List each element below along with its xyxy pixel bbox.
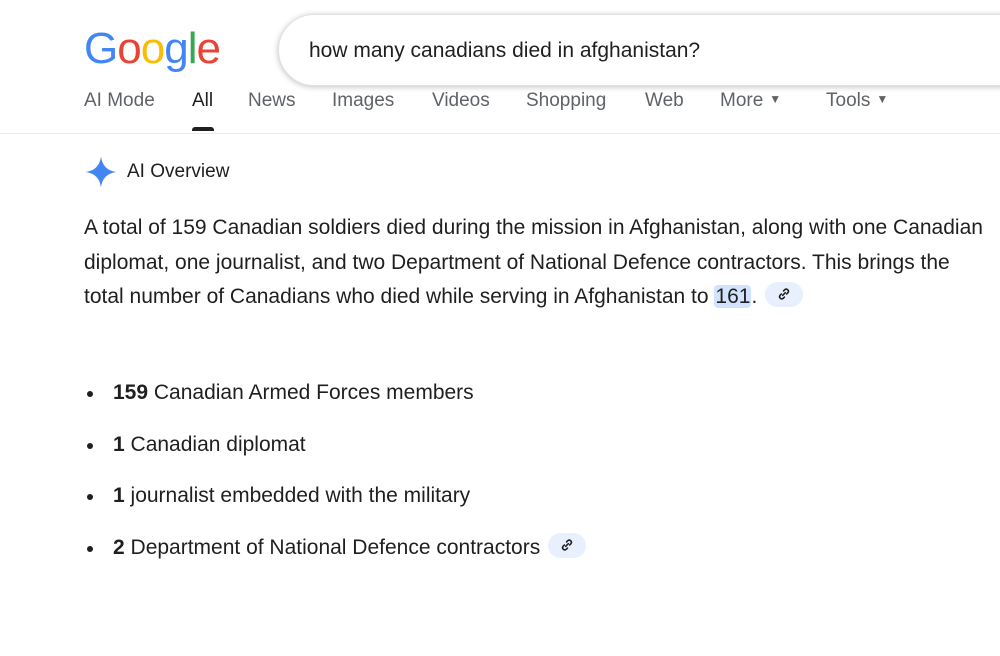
tab-images[interactable]: Images bbox=[332, 90, 394, 112]
overview-text: A total of 159 Canadian soldiers died du… bbox=[84, 216, 983, 308]
bullet-text: Department of National Defence contracto… bbox=[124, 535, 541, 559]
caret-down-icon: ▼ bbox=[769, 92, 782, 106]
overview-bullet-list: 159 Canadian Armed Forces members 1 Cana… bbox=[84, 376, 984, 582]
tab-web[interactable]: Web bbox=[645, 90, 684, 112]
search-results-page: Google AI Mode All News Images Videos Sh… bbox=[0, 0, 1000, 656]
sparkle-icon bbox=[85, 156, 117, 188]
link-icon bbox=[779, 288, 790, 300]
tab-all[interactable]: All bbox=[192, 90, 213, 112]
search-box[interactable] bbox=[278, 14, 1000, 86]
list-item: 1 journalist embedded with the military bbox=[84, 479, 984, 531]
highlighted-total[interactable]: 161 bbox=[714, 285, 752, 308]
active-tab-indicator bbox=[192, 127, 214, 131]
tab-shopping[interactable]: Shopping bbox=[526, 90, 606, 112]
tab-label: Images bbox=[332, 90, 395, 111]
logo-letter: o bbox=[117, 24, 142, 73]
logo-letter: G bbox=[84, 24, 118, 73]
overview-period: . bbox=[751, 285, 758, 308]
logo-letter: o bbox=[140, 24, 166, 73]
logo-letter: e bbox=[196, 24, 221, 73]
search-tabs: AI Mode All News Images Videos Shopping … bbox=[0, 86, 1000, 134]
tab-label: All bbox=[192, 90, 214, 111]
bullet-text: Canadian diplomat bbox=[124, 432, 306, 456]
tab-label: AI Mode bbox=[84, 90, 155, 111]
link-icon bbox=[562, 538, 573, 551]
tab-tools[interactable]: Tools ▼ bbox=[826, 90, 888, 112]
tab-more[interactable]: More ▼ bbox=[720, 90, 781, 112]
bullet-dot bbox=[87, 442, 93, 449]
logo-letter: g bbox=[164, 24, 189, 73]
bullet-count: 2 bbox=[113, 535, 125, 559]
tab-label: News bbox=[248, 90, 296, 111]
bullet-count: 159 bbox=[113, 381, 149, 404]
bullet-dot bbox=[87, 391, 93, 397]
tab-label: Videos bbox=[432, 90, 490, 111]
ai-overview-header: AI Overview bbox=[84, 154, 229, 190]
tab-news[interactable]: News bbox=[248, 90, 296, 112]
bullet-dot bbox=[87, 494, 93, 500]
citation-link-button[interactable] bbox=[548, 532, 587, 558]
tab-label: Web bbox=[645, 90, 684, 111]
list-item: 2 Department of National Defence contrac… bbox=[84, 531, 984, 583]
tab-videos[interactable]: Videos bbox=[432, 90, 490, 112]
tab-label: More bbox=[720, 90, 764, 111]
tab-ai-mode[interactable]: AI Mode bbox=[84, 90, 155, 112]
google-logo[interactable]: Google bbox=[84, 24, 221, 74]
caret-down-icon: ▼ bbox=[876, 92, 889, 106]
tab-label: Tools bbox=[826, 90, 871, 111]
citation-link-button[interactable] bbox=[765, 282, 804, 307]
ai-overview-title: AI Overview bbox=[127, 161, 230, 182]
list-item: 159 Canadian Armed Forces members bbox=[84, 376, 984, 428]
bullet-dot bbox=[87, 545, 93, 552]
tab-label: Shopping bbox=[526, 90, 607, 111]
list-item: 1 Canadian diplomat bbox=[84, 428, 984, 480]
logo-letter: l bbox=[187, 24, 198, 73]
bullet-count: 1 bbox=[113, 484, 125, 507]
ai-overview-text: A total of 159 Canadian soldiers died du… bbox=[84, 211, 984, 315]
bullet-text: journalist embedded with the military bbox=[124, 484, 471, 507]
search-input[interactable] bbox=[307, 33, 991, 69]
bullet-text: Canadian Armed Forces members bbox=[148, 381, 474, 404]
bullet-count: 1 bbox=[113, 432, 125, 456]
